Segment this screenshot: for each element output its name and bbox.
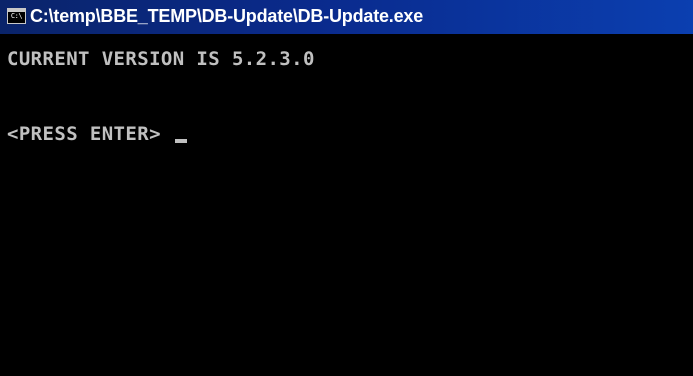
title-bar[interactable]: C:\ C:\temp\BBE_TEMP\DB-Update\DB-Update… (0, 0, 693, 34)
text-cursor (174, 139, 187, 143)
console-output[interactable]: CURRENT VERSION IS 5.2.3.0 <PRESS ENTER> (7, 34, 693, 376)
console-window-icon[interactable]: C:\ (7, 8, 26, 24)
console-line-version: CURRENT VERSION IS 5.2.3.0 (7, 47, 315, 71)
console-window[interactable]: C:\ C:\temp\BBE_TEMP\DB-Update\DB-Update… (0, 0, 693, 376)
console-line-prompt: <PRESS ENTER> (7, 122, 187, 146)
window-title: C:\temp\BBE_TEMP\DB-Update\DB-Update.exe (30, 6, 424, 26)
console-line-version-text: CURRENT VERSION IS 5.2.3.0 (7, 48, 315, 70)
icon-glyph: C:\ (10, 11, 23, 20)
icon-strip (8, 9, 25, 12)
console-line-prompt-text: <PRESS ENTER> (7, 123, 173, 145)
